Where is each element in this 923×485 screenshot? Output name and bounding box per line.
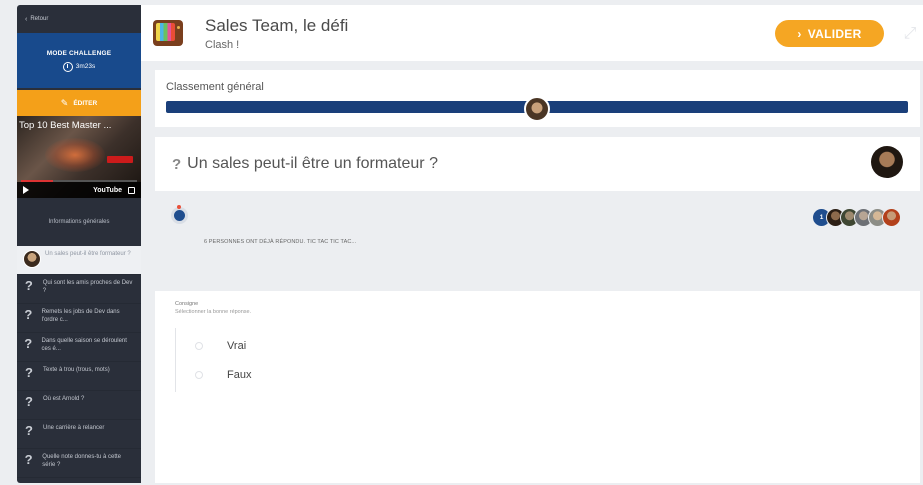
question-mark-icon: ?: [25, 365, 33, 380]
radio-button[interactable]: [195, 370, 203, 379]
instructions-text: Sélectionner la bonne réponse.: [175, 309, 252, 315]
validate-label: VALIDER: [807, 26, 862, 41]
video-player[interactable]: Top 10 Best Master ... YouTube: [17, 116, 141, 198]
general-info-label: Informations générales: [48, 219, 110, 225]
tv-icon: [153, 20, 183, 46]
sidebar-item-label: Quelle note donnes-tu à cette série ?: [42, 454, 122, 468]
question-mark-icon: ?: [24, 336, 33, 351]
option-label: Vrai: [227, 339, 247, 352]
radio-button[interactable]: [195, 341, 203, 350]
mode-label: MODE CHALLENGE: [46, 49, 112, 57]
question-panel: ? Un sales peut-il être un formateur ? 6…: [155, 137, 920, 483]
author-avatar: [871, 146, 903, 178]
sidebar-item-2[interactable]: ? Remets les jobs de Dev dans l'ordre c.…: [17, 304, 141, 333]
instructions-title: Consigne: [175, 301, 199, 307]
timer-value: 3m23s: [75, 63, 96, 70]
avatar: [882, 208, 901, 227]
sidebar-item-label: Remets les jobs de Dev dans l'ordre c...: [41, 309, 120, 323]
question-mark-icon: ?: [25, 394, 33, 409]
validate-button[interactable]: › VALIDER: [775, 20, 884, 47]
option-label: Faux: [227, 368, 252, 381]
sidebar-item-3[interactable]: ? Dans quelle saison se déroulent ces é.…: [17, 333, 141, 362]
sidebar-item-0[interactable]: Un sales peut-il être formateur ?: [17, 246, 141, 275]
back-label: Retour: [30, 16, 49, 22]
sidebar: ‹ Retour MODE CHALLENGE 3m23s ✎ ÉDITER T…: [17, 5, 141, 483]
question-mark-icon: ?: [25, 423, 33, 438]
sidebar-item-6[interactable]: ? Une carrière à relancer: [17, 420, 141, 449]
chevron-left-icon: ‹: [25, 15, 28, 23]
page-title: Sales Team, le défi: [205, 15, 349, 35]
play-icon[interactable]: [23, 186, 29, 194]
sidebar-item-7[interactable]: ? Quelle note donnes-tu à cette série ?: [17, 449, 141, 478]
sidebar-item-label: Une carrière à relancer: [43, 425, 105, 431]
video-controls: YouTube: [17, 182, 141, 198]
sidebar-item-5[interactable]: ? Où est Arnold ?: [17, 391, 141, 420]
edit-label: ÉDITER: [73, 99, 98, 107]
answers-status: 6 PERSONNES ONT DÉJÀ RÉPONDU. TIC TAC TI…: [155, 191, 920, 291]
answer-options: Vrai Faux: [175, 328, 315, 392]
video-thumbnail: [45, 138, 105, 172]
general-info-link[interactable]: Informations générales: [17, 198, 141, 246]
respondent-avatars: 1: [812, 208, 901, 227]
ranking-label: Classement général: [166, 81, 264, 93]
instructions: Consigne Sélectionner la bonne réponse.: [155, 291, 920, 315]
timer: 3m23s: [62, 61, 96, 72]
edit-button[interactable]: ✎ ÉDITER: [17, 90, 141, 116]
page-subtitle: Clash !: [205, 38, 240, 51]
expand-icon[interactable]: ⤢: [901, 25, 919, 43]
sidebar-item-label: Un sales peut-il être formateur ?: [45, 251, 131, 257]
sidebar-item-4[interactable]: ? Texte à trou (trous, mots): [17, 362, 141, 391]
sidebar-item-label: Texte à trou (trous, mots): [43, 367, 110, 373]
question-text: Un sales peut-il être un formateur ?: [187, 155, 438, 172]
back-link[interactable]: ‹ Retour: [17, 5, 141, 33]
subscribe-badge: [107, 156, 133, 163]
question-mark-icon: ?: [24, 307, 33, 322]
question-mark-icon: ?: [24, 278, 33, 293]
pencil-icon: ✎: [60, 97, 69, 108]
ranking-panel: Classement général: [155, 70, 920, 127]
header-text: Sales Team, le défi Clash !: [205, 16, 348, 51]
question-mark-icon: ?: [24, 452, 33, 467]
question-mark-icon: ?: [172, 155, 182, 173]
question-header: ? Un sales peut-il être un formateur ?: [155, 137, 920, 191]
option-faux[interactable]: Faux: [176, 360, 315, 389]
fullscreen-icon[interactable]: [128, 186, 135, 194]
sidebar-item-1[interactable]: ? Qui sont les amis proches de Dev ?: [17, 275, 141, 304]
header: Sales Team, le défi Clash ! › VALIDER ⤢: [141, 5, 923, 61]
ranking-avatar: [524, 96, 550, 122]
option-vrai[interactable]: Vrai: [176, 331, 315, 360]
sidebar-item-label: Dans quelle saison se déroulent ces é...: [41, 338, 127, 352]
stopwatch-icon: [62, 61, 73, 72]
sidebar-item-label: Qui sont les amis proches de Dev ?: [42, 280, 133, 294]
challenge-mode-panel: MODE CHALLENGE 3m23s: [17, 33, 141, 88]
chevron-right-icon: ›: [797, 26, 802, 41]
video-title[interactable]: Top 10 Best Master ...: [19, 120, 111, 131]
youtube-logo[interactable]: YouTube: [93, 187, 122, 194]
avatar: [23, 250, 41, 268]
sidebar-item-label: Où est Arnold ?: [43, 396, 85, 402]
answered-count-text: 6 PERSONNES ONT DÉJÀ RÉPONDU. TIC TAC TI…: [204, 239, 357, 245]
bomb-timer-icon: [171, 205, 188, 224]
